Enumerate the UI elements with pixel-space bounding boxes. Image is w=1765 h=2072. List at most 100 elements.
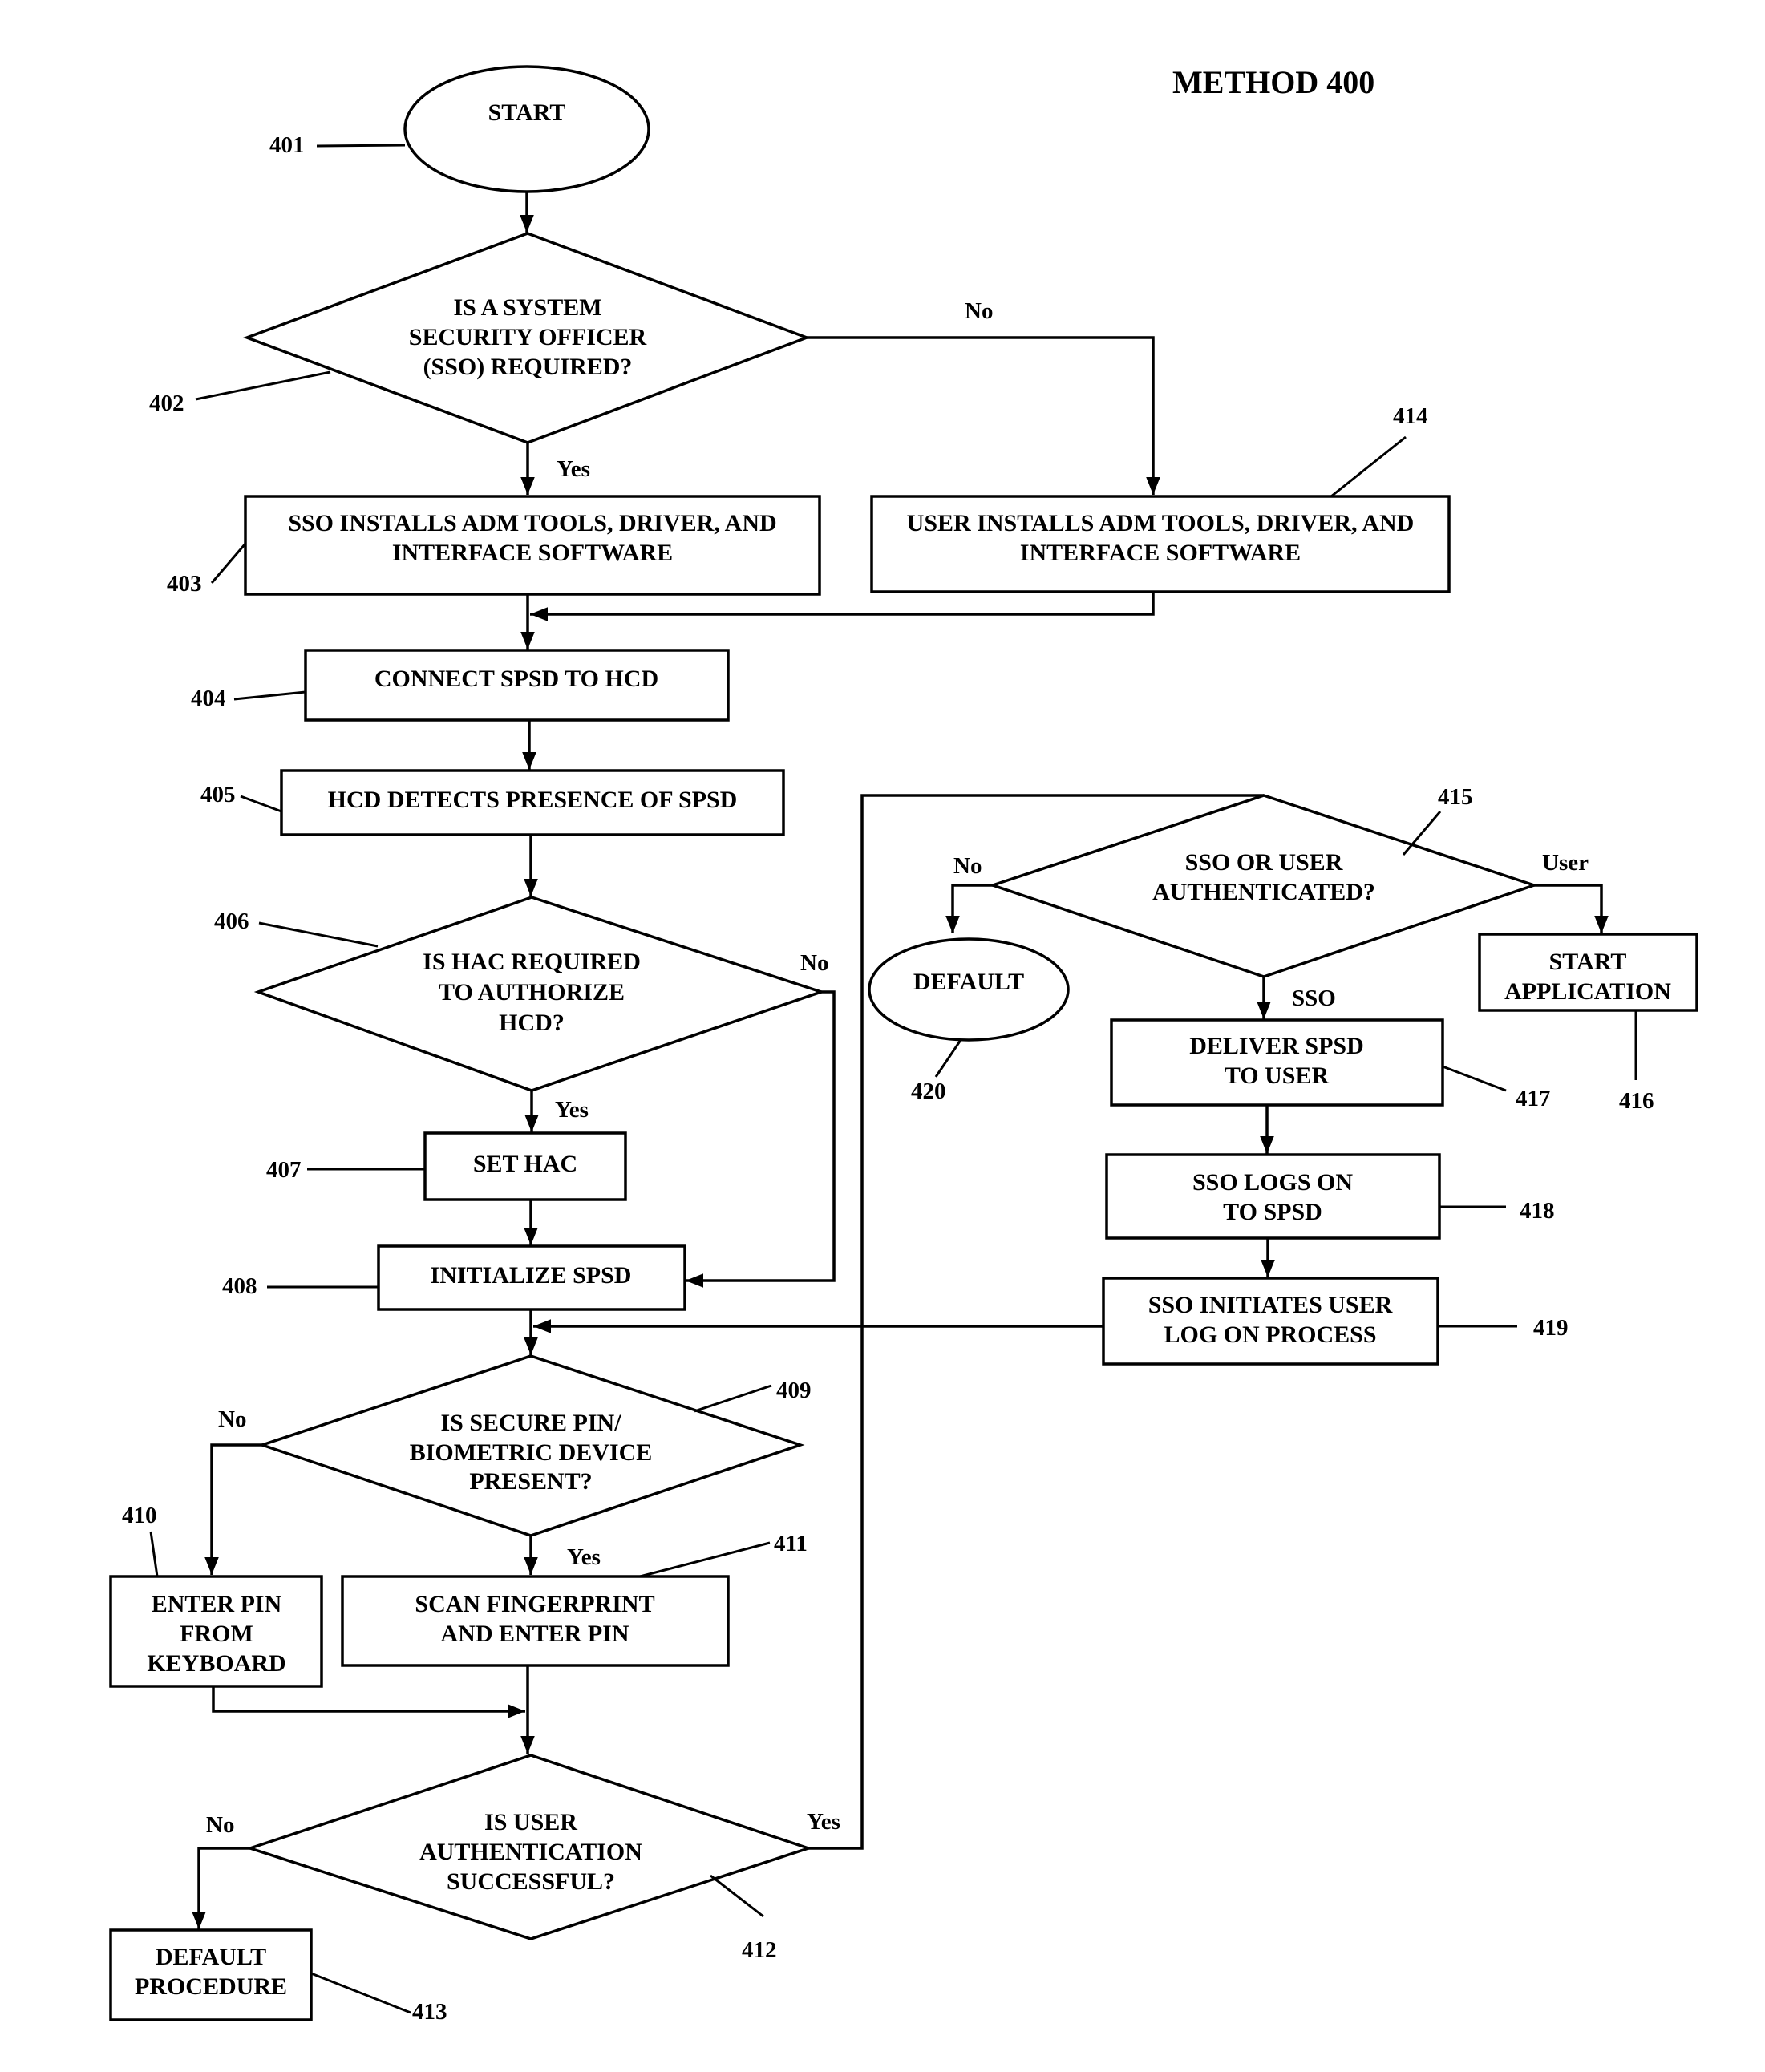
node-text: USER INSTALLS ADM TOOLS, DRIVER, AND xyxy=(907,510,1415,536)
ref-label: 405 xyxy=(200,782,236,807)
start-terminal: START xyxy=(403,65,650,193)
ref-label: 411 xyxy=(774,1531,808,1556)
node-text: PRESENT? xyxy=(469,1468,592,1495)
node-text: FROM xyxy=(180,1621,253,1647)
node-text: INITIALIZE SPSD xyxy=(431,1262,632,1289)
diagram-title: METHOD 400 xyxy=(1172,64,1374,100)
ref-label: 416 xyxy=(1619,1088,1654,1114)
node-text: KEYBOARD xyxy=(147,1650,285,1677)
ref-label: 419 xyxy=(1533,1315,1569,1341)
process-sso-initiates-user-log-on: SSO INITIATES USER LOG ON PROCESS xyxy=(1102,1277,1439,1366)
ref-label: 414 xyxy=(1393,403,1428,429)
decision-user-authentication-successful: IS USER AUTHENTICATION SUCCESSFUL? xyxy=(245,1754,813,1940)
process-scan-fingerprint: SCAN FINGERPRINT AND ENTER PIN xyxy=(341,1575,730,1667)
ref-label: 401 xyxy=(269,132,305,158)
leader-line xyxy=(210,543,247,584)
process-enter-pin-keyboard: ENTER PIN FROM KEYBOARD xyxy=(109,1575,323,1688)
node-text: IS HAC REQUIRED xyxy=(423,949,641,975)
decision-sso-required: IS A SYSTEM SECURITY OFFICER (SSO) REQUI… xyxy=(242,232,811,444)
node-text: INTERFACE SOFTWARE xyxy=(392,540,673,566)
process-sso-logs-on: SSO LOGS ON TO SPSD xyxy=(1105,1153,1441,1240)
leader-line xyxy=(258,921,379,948)
flow-arrow xyxy=(807,336,1160,495)
process-start-application: START APPLICATION xyxy=(1478,933,1698,1012)
node-text: AUTHENTICATION xyxy=(419,1839,642,1865)
default-terminal: DEFAULT xyxy=(868,937,1070,1042)
node-text: SCAN FINGERPRINT xyxy=(415,1591,654,1617)
flow-arrow xyxy=(192,1847,250,1929)
flow-arrow xyxy=(212,1686,525,1718)
leader-line xyxy=(316,144,406,148)
ref-label: 408 xyxy=(222,1273,257,1299)
process-deliver-spsd: DELIVER SPSD TO USER xyxy=(1110,1018,1444,1107)
ref-label: 415 xyxy=(1438,784,1473,810)
process-default-procedure: DEFAULT PROCEDURE xyxy=(109,1928,313,2021)
node-text: BIOMETRIC DEVICE xyxy=(410,1439,653,1466)
node-text: SSO OR USER xyxy=(1185,849,1343,876)
edge-label-sso: SSO xyxy=(1292,985,1336,1011)
edge-label-no: No xyxy=(206,1812,234,1838)
leader-line xyxy=(710,1874,764,1918)
edge-label-no: No xyxy=(800,950,828,976)
node-text: SSO INITIATES USER xyxy=(1148,1292,1393,1318)
node-text: AUTHENTICATED? xyxy=(1152,879,1375,905)
node-text: HCD DETECTS PRESENCE OF SPSD xyxy=(328,787,738,813)
process-sso-installs: SSO INSTALLS ADM TOOLS, DRIVER, AND INTE… xyxy=(244,495,821,596)
process-initialize-spsd: INITIALIZE SPSD xyxy=(377,1244,686,1311)
leader-line xyxy=(240,795,282,813)
ref-label: 409 xyxy=(776,1378,812,1403)
node-text: LOG ON PROCESS xyxy=(1164,1321,1376,1348)
edge-label-yes: Yes xyxy=(555,1097,589,1123)
edge-label-no: No xyxy=(953,853,982,879)
node-text: AND ENTER PIN xyxy=(440,1621,629,1647)
edge-label-yes: Yes xyxy=(557,456,590,482)
node-text: IS SECURE PIN/ xyxy=(440,1410,621,1436)
node-text: START xyxy=(1549,949,1627,975)
method-400-flowchart: METHOD 400 START 401 IS A SYSTEM SECURIT… xyxy=(109,64,1698,2025)
ref-label: 410 xyxy=(122,1503,157,1528)
node-text: INTERFACE SOFTWARE xyxy=(1020,540,1301,566)
ref-label: 404 xyxy=(191,686,226,711)
leader-line xyxy=(1442,1065,1507,1092)
ref-label: 402 xyxy=(149,391,184,416)
flow-arrow xyxy=(204,1443,262,1575)
edge-label-yes: Yes xyxy=(567,1544,601,1570)
node-text: ENTER PIN xyxy=(152,1591,282,1617)
ref-label: 406 xyxy=(214,909,249,934)
node-text: SSO LOGS ON xyxy=(1192,1169,1353,1196)
ref-label: 417 xyxy=(1516,1086,1551,1111)
process-set-hac: SET HAC xyxy=(423,1131,627,1201)
node-text: HCD? xyxy=(499,1010,565,1036)
flow-arrow xyxy=(1534,884,1609,933)
flow-arrow xyxy=(945,884,993,933)
node-text: IS A SYSTEM xyxy=(453,294,601,321)
node-text: (SSO) REQUIRED? xyxy=(423,354,633,380)
leader-line xyxy=(195,370,331,401)
node-text: IS USER xyxy=(484,1809,577,1835)
decision-sso-or-user-authenticated: SSO OR USER AUTHENTICATED? xyxy=(988,794,1539,978)
decision-secure-pin-present: IS SECURE PIN/ BIOMETRIC DEVICE PRESENT? xyxy=(257,1354,805,1537)
node-text: TO USER xyxy=(1225,1062,1330,1089)
edge-label-user: User xyxy=(1542,850,1589,876)
node-text: TO SPSD xyxy=(1223,1199,1322,1225)
leader-line xyxy=(639,1541,771,1578)
leader-line xyxy=(1330,435,1407,498)
node-text: SECURITY OFFICER xyxy=(409,324,647,350)
node-text: DEFAULT xyxy=(913,969,1024,995)
ref-label: 413 xyxy=(412,1999,447,2025)
ref-label: 407 xyxy=(266,1157,302,1183)
leader-line xyxy=(694,1384,772,1413)
leader-line xyxy=(310,1972,411,2014)
node-text: SET HAC xyxy=(473,1151,577,1177)
leader-line xyxy=(233,690,306,701)
edge-label-no: No xyxy=(965,298,993,324)
decision-hac-required: IS HAC REQUIRED TO AUTHORIZE HCD? xyxy=(253,896,826,1092)
node-text: DEFAULT xyxy=(156,1944,266,1970)
process-connect-spsd: CONNECT SPSD TO HCD xyxy=(304,649,730,722)
node-text: DELIVER SPSD xyxy=(1189,1033,1364,1059)
leader-line xyxy=(149,1531,159,1577)
node-text: TO AUTHORIZE xyxy=(439,979,625,1006)
leader-line xyxy=(934,1039,962,1078)
edge-label-no: No xyxy=(218,1406,246,1432)
node-text: SUCCESSFUL? xyxy=(447,1868,615,1895)
